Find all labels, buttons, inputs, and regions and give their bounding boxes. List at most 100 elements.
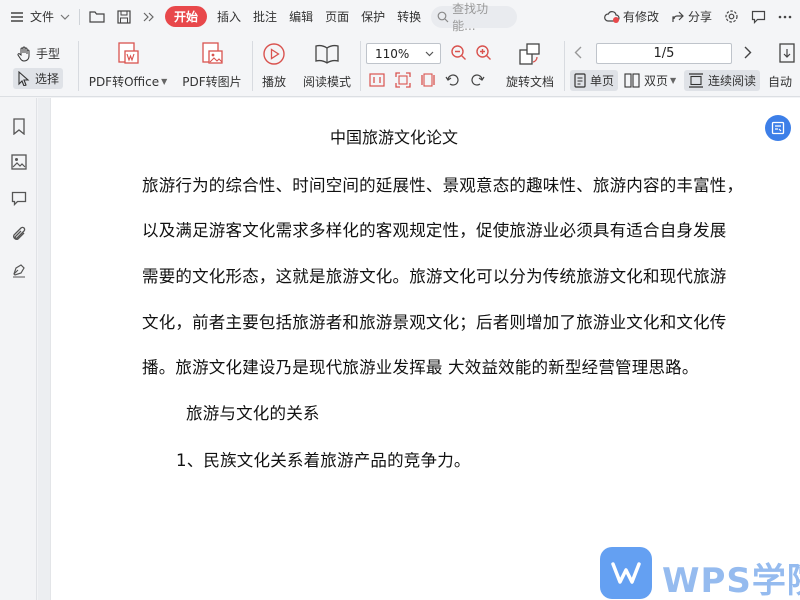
attachments-panel-button[interactable] xyxy=(9,224,29,244)
hand-tool-button[interactable]: 手型 xyxy=(16,45,60,62)
single-page-icon xyxy=(574,73,586,88)
paragraph-line: 旅游行为的综合性、时间空间的延展性、景观意态的趣味性、旅游内容的丰富性， xyxy=(142,176,744,195)
pdf-to-office-label: PDF转Office xyxy=(88,75,160,89)
save-button[interactable] xyxy=(111,0,137,33)
rotate-left-button[interactable] xyxy=(445,73,461,90)
paragraph-line: 以及满足游客文化需求多样化的客观规定性，促使旅游业必须具有适合自身发展 xyxy=(142,221,727,240)
reading-mode-button[interactable]: 阅读模式 xyxy=(300,41,354,90)
reading-mode-label: 阅读模式 xyxy=(302,75,351,89)
tab-insert[interactable]: 插入 xyxy=(211,0,247,33)
auto-scroll-icon xyxy=(778,43,798,65)
more-menu-button[interactable] xyxy=(137,0,161,33)
thumbnail-panel-button[interactable] xyxy=(9,152,29,172)
divider xyxy=(564,41,565,91)
zoom-select[interactable]: 110% xyxy=(366,43,441,64)
tab-protect[interactable]: 保护 xyxy=(355,0,391,33)
auto-scroll-icon-button[interactable] xyxy=(778,43,798,68)
wps-academy-watermark: WPS学院 xyxy=(662,561,800,600)
divider xyxy=(360,41,361,91)
feedback-button[interactable] xyxy=(745,0,772,33)
divider xyxy=(79,8,81,25)
pdf-to-word-icon xyxy=(88,41,168,67)
play-label: 播放 xyxy=(261,75,286,89)
divider xyxy=(78,41,79,91)
fit-width-button[interactable] xyxy=(420,72,436,91)
paragraph-line: 需要的文化形态，这就是旅游文化。旅游文化可以分为传统旅游文化和现代旅游 xyxy=(142,267,727,286)
rotate-document-icon xyxy=(502,41,558,67)
zoom-out-button[interactable] xyxy=(450,44,468,65)
more-options-button[interactable] xyxy=(772,0,800,33)
page-number-input[interactable]: 1/5 xyxy=(596,43,732,64)
tab-page[interactable]: 页面 xyxy=(319,0,355,33)
file-menu-label: 文件 xyxy=(30,10,55,24)
chat-icon xyxy=(751,10,766,24)
tab-edit[interactable]: 编辑 xyxy=(283,0,319,33)
fit-page-button[interactable] xyxy=(395,72,411,91)
menu-bar: 文件 开始 插入 批注 编辑 页面 保护 转换 查找功能... 有修改 分享 xyxy=(0,0,800,33)
actual-size-button[interactable] xyxy=(369,73,385,90)
list-item: 1、民族文化关系着旅游产品的竞争力。 xyxy=(176,451,471,470)
save-icon xyxy=(117,9,131,24)
share-button[interactable]: 分享 xyxy=(665,0,718,33)
wps-logo-watermark xyxy=(600,547,652,599)
double-page-button[interactable]: 双页 ▼ xyxy=(624,72,676,89)
left-sidebar xyxy=(0,98,37,600)
tab-start[interactable]: 开始 xyxy=(165,6,208,27)
next-page-button[interactable] xyxy=(744,46,752,62)
single-page-button[interactable]: 单页 xyxy=(570,70,619,91)
cloud-sync-icon xyxy=(604,10,620,24)
search-icon xyxy=(437,11,449,23)
tab-annotate[interactable]: 批注 xyxy=(247,0,283,33)
cursor-arrow-icon xyxy=(17,71,31,86)
open-button[interactable] xyxy=(83,0,111,33)
signature-panel-button[interactable] xyxy=(9,260,29,280)
rotate-right-button[interactable] xyxy=(469,73,485,90)
image-icon xyxy=(11,154,27,170)
search-placeholder: 查找功能... xyxy=(452,1,489,33)
auto-scroll-button[interactable]: 自动 xyxy=(768,73,792,90)
prev-page-button[interactable] xyxy=(574,46,582,62)
double-page-label: 双页 xyxy=(644,74,669,88)
rotate-document-button[interactable]: 旋转文档 xyxy=(502,41,558,90)
pdf-to-image-button[interactable]: PDF转图片 xyxy=(180,41,244,90)
gear-icon xyxy=(724,9,739,24)
fit-width-icon xyxy=(420,72,436,88)
modified-button[interactable]: 有修改 xyxy=(598,0,665,33)
convert-icon xyxy=(771,121,785,135)
file-menu[interactable]: 文件 xyxy=(0,0,76,33)
floating-tool-button[interactable] xyxy=(765,115,791,141)
continuous-scroll-icon xyxy=(688,73,704,88)
pdf-to-image-icon xyxy=(180,41,244,67)
continuous-reading-button[interactable]: 连续阅读 xyxy=(684,70,761,91)
actual-size-icon xyxy=(369,73,385,87)
chevron-down-icon xyxy=(60,14,70,20)
play-button[interactable]: 播放 xyxy=(258,41,290,90)
rotate-left-icon xyxy=(445,73,461,87)
pdf-to-image-label: PDF转图片 xyxy=(182,75,242,89)
double-page-icon xyxy=(624,73,640,88)
chevron-down-icon xyxy=(425,51,434,57)
play-icon xyxy=(258,41,290,67)
zoom-in-button[interactable] xyxy=(475,44,493,65)
select-tool-button[interactable]: 选择 xyxy=(13,68,64,89)
paperclip-icon xyxy=(11,226,27,242)
wps-logo-icon xyxy=(610,559,642,587)
ribbon-toolbar: 手型 选择 PDF转Office ▼ PDF转图片 播放 阅读模式 110% 旋… xyxy=(0,33,800,97)
tab-convert[interactable]: 转换 xyxy=(391,0,427,33)
divider xyxy=(252,41,253,91)
comments-panel-button[interactable] xyxy=(9,188,29,208)
fit-page-icon xyxy=(395,72,411,88)
paragraph-line: 播。旅游文化建设乃是现代旅游业发挥最 大效益效能的新型经营管理思路。 xyxy=(142,358,699,377)
comment-icon xyxy=(11,191,27,206)
zoom-value: 110% xyxy=(375,46,410,61)
zoom-in-icon xyxy=(475,44,493,62)
pen-sign-icon xyxy=(11,262,28,279)
paragraph-line: 文化，前者主要包括旅游者和旅游景观文化；后者则增加了旅游业文化和文化传 xyxy=(142,313,727,332)
search-input[interactable]: 查找功能... xyxy=(431,2,518,33)
open-book-icon xyxy=(300,41,354,67)
share-icon xyxy=(671,10,685,24)
pdf-to-office-button[interactable]: PDF转Office ▼ xyxy=(88,41,168,90)
settings-button[interactable] xyxy=(718,0,745,33)
zoom-out-icon xyxy=(450,44,468,62)
dropdown-arrow-icon: ▼ xyxy=(161,77,168,86)
